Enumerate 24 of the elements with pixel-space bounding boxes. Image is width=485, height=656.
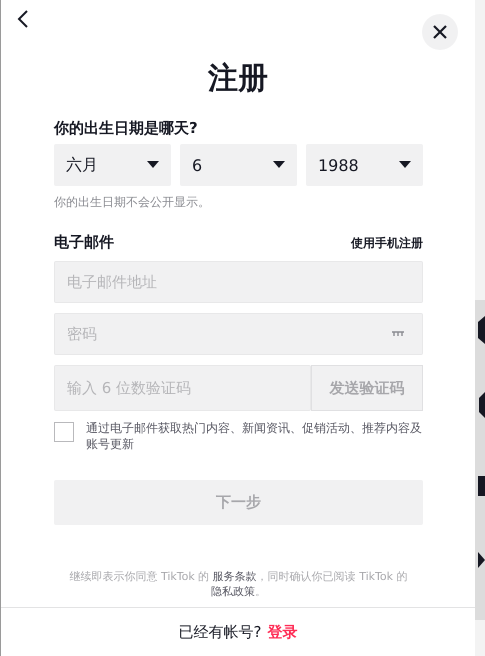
close-icon [432, 24, 448, 40]
caret-icon [399, 161, 411, 169]
email-label: 电子邮件 [54, 233, 114, 252]
input-field[interactable]: 电子邮件地址 [54, 261, 423, 303]
login-link[interactable]: 登录 [267, 622, 298, 642]
input-field[interactable]: 密码 [54, 313, 423, 355]
caret-icon [147, 161, 159, 169]
policy-link[interactable]: 服务条款 [212, 570, 257, 583]
checkbox-label: 通过电子邮件获取热门内容、新闻资讯、促销活动、推荐内容及账号更新 [86, 420, 423, 452]
dropdown-select[interactable]: 六月 [54, 144, 171, 186]
legal-text: 继续即表示你同意 TikTok 的 服务条款，同时确认你已阅读 TikTok 的 隐私政策。 [68, 569, 408, 599]
dropdown-select[interactable]: 6 [180, 144, 297, 186]
login-prompt: 已经有帐号? [178, 622, 262, 642]
birthday-label: 你的出生日期是哪天? [54, 119, 199, 138]
hidden-eye-icon[interactable] [391, 331, 405, 337]
close-button[interactable] [422, 14, 458, 50]
dropdown-select[interactable]: 1988 [306, 144, 423, 186]
checkbox[interactable] [54, 422, 74, 442]
back-icon[interactable] [17, 10, 29, 28]
phone-signup-link[interactable]: 使用手机注册 [351, 235, 423, 252]
caret-icon [273, 161, 285, 169]
policy-link[interactable]: 隐私政策 [211, 585, 255, 598]
page-title: 注册 [207, 60, 269, 98]
birthday-note: 你的出生日期不会公开显示。 [54, 194, 211, 211]
